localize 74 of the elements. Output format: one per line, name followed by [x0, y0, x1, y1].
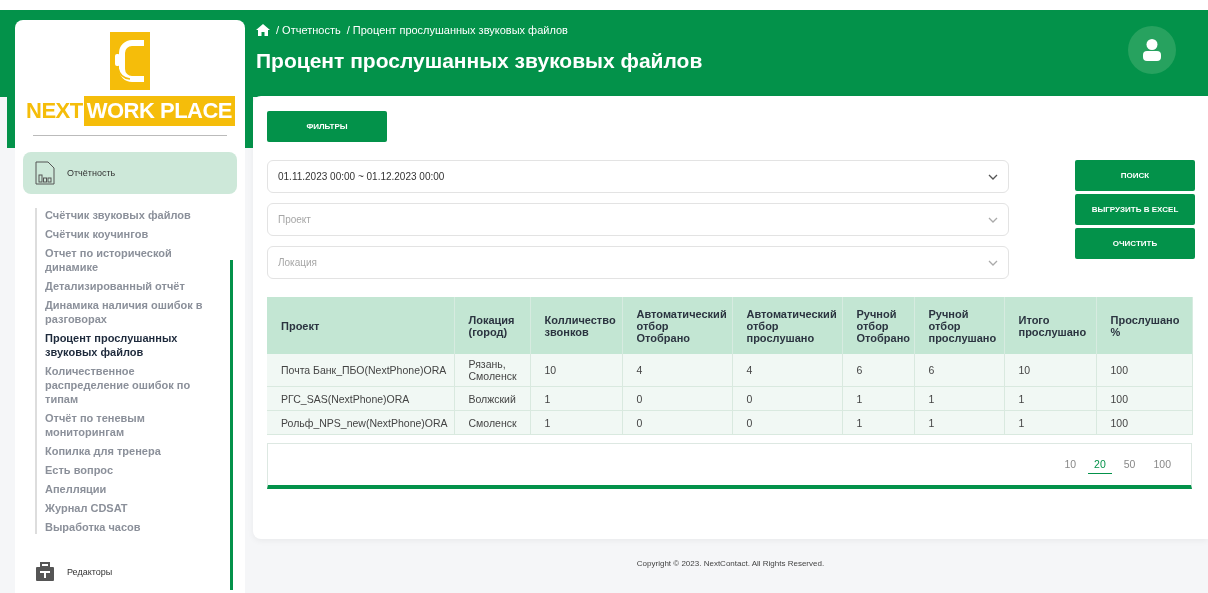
chevron-down-icon	[988, 259, 998, 266]
table-cell: 0	[732, 410, 842, 435]
toolbox-icon	[35, 561, 55, 582]
column-header: Ручной отбор Отобрано	[842, 297, 914, 354]
action-button[interactable]: ВЫГРУЗИТЬ В EXCEL	[1075, 194, 1195, 225]
table-cell: 1	[1004, 386, 1096, 411]
page-size-option[interactable]: 50	[1117, 455, 1142, 474]
submenu-item[interactable]: Динамика наличия ошибок в разговорах	[45, 298, 215, 327]
action-button[interactable]: ОЧИСТИТЬ	[1075, 228, 1195, 259]
table-cell: 0	[622, 410, 732, 435]
filters-button[interactable]: ФИЛЬТРЫ	[267, 111, 387, 142]
column-header: Прослушано %	[1096, 297, 1192, 354]
table-cell: 0	[732, 386, 842, 411]
chevron-down-icon	[988, 216, 998, 223]
breadcrumb-link[interactable]: / Процент прослушанных звуковых файлов	[346, 24, 568, 36]
column-header: Ручной отбор прослушано	[914, 297, 1004, 354]
select-field[interactable]: 01.11.2023 00:00 ~ 01.12.2023 00:00	[267, 160, 1009, 193]
logo-wordmark: NEXT WORK PLACE	[25, 96, 235, 126]
submenu-item[interactable]: Счётчик звуковых файлов	[45, 208, 215, 223]
sidebar-section[interactable]: Редакторы	[23, 550, 237, 593]
submenu-item[interactable]: Отчёт по теневым мониторингам	[45, 411, 215, 440]
table-cell: 100	[1096, 410, 1192, 435]
table-cell: 6	[842, 354, 914, 387]
column-header: Автоматический отбор прослушано	[732, 297, 842, 354]
table-cell: 1	[530, 386, 622, 411]
action-button[interactable]: ПОИСК	[1075, 160, 1195, 191]
table-cell: 1	[530, 410, 622, 435]
table-cell: 1	[914, 410, 1004, 435]
breadcrumb-link[interactable]: / Отчетность	[276, 24, 341, 36]
submenu-item[interactable]: Копилка для тренера	[45, 444, 215, 459]
select-field[interactable]: Проект	[267, 203, 1009, 236]
submenu-item[interactable]: Процент прослушанных звуковых файлов	[45, 331, 215, 360]
submenu-item[interactable]: Количественное распределение ошибок по типам	[45, 364, 215, 407]
table-cell: 100	[1096, 354, 1192, 387]
column-header: Автоматический отбор Отобрано	[622, 297, 732, 354]
table-cell: 4	[732, 354, 842, 387]
submenu-item[interactable]: Выработка часов	[45, 520, 215, 535]
table-cell: Почта Банк_ПБО(NextPhone)ORA	[267, 354, 454, 387]
chevron-down-icon	[988, 173, 998, 180]
page-title: Процент прослушанных звуковых файлов	[256, 49, 703, 74]
sidebar-section[interactable]: Отчётность	[23, 151, 237, 195]
section-label: Отчётность	[67, 168, 116, 179]
table-cell: РГС_SAS(NextPhone)ORA	[267, 386, 454, 411]
column-header: Итого прослушано	[1004, 297, 1096, 354]
table-cell: Рольф_NPS_new(NextPhone)ORA	[267, 410, 454, 435]
submenu-item[interactable]: Отчет по исторической динамике	[45, 246, 215, 275]
column-header: Проект	[267, 297, 454, 354]
table-cell: 1	[914, 386, 1004, 411]
table-cell: 10	[530, 354, 622, 387]
table-cell: 100	[1096, 386, 1192, 411]
table-cell: 0	[622, 386, 732, 411]
page-size-option[interactable]: 100	[1147, 455, 1177, 474]
submenu-item[interactable]: Детализированный отчёт	[45, 279, 215, 294]
table-cell: 10	[1004, 354, 1096, 387]
headset-logo-icon	[110, 32, 150, 90]
user-icon	[1143, 39, 1161, 61]
submenu-item[interactable]: Счётчик коучингов	[45, 227, 215, 242]
user-avatar[interactable]	[1128, 26, 1176, 74]
home-icon[interactable]	[256, 24, 270, 36]
submenu-item[interactable]: Есть вопрос	[45, 463, 215, 478]
copyright-text: Copyright © 2023. NextContact. All Rights Reserved.	[636, 559, 825, 568]
section-label: Редакторы	[67, 566, 113, 577]
page-size-option[interactable]: 10	[1058, 455, 1083, 474]
submenu-item[interactable]: Апелляции	[45, 482, 215, 497]
column-header: Колличество звонков	[530, 297, 622, 354]
page-size-option[interactable]: 20	[1088, 455, 1112, 474]
column-header: Локация (город)	[454, 297, 530, 354]
table-cell: 4	[622, 354, 732, 387]
submenu-item[interactable]: Журнал CDSAT	[45, 501, 215, 516]
report-chart-icon	[35, 161, 55, 186]
select-field[interactable]: Локация	[267, 246, 1009, 279]
table-cell: Рязань, Смоленск	[454, 354, 530, 387]
table-cell: 6	[914, 354, 1004, 387]
table-cell: 1	[1004, 410, 1096, 435]
